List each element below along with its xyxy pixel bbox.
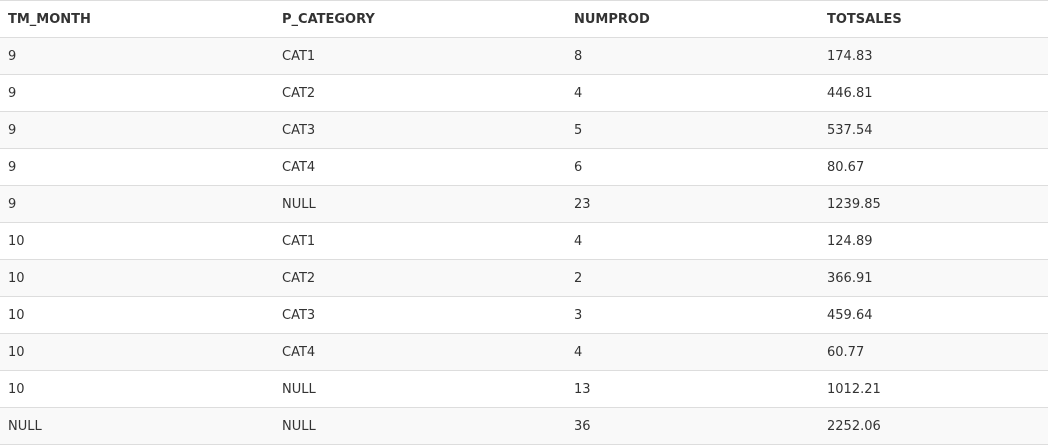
cell-tm-month: 9	[0, 74, 274, 112]
cell-totsales: 80.67	[819, 148, 1048, 186]
cell-totsales: 537.54	[819, 111, 1048, 149]
table-row: 10 CAT4 4 60.77	[0, 333, 1048, 371]
cell-numprod: 13	[566, 370, 819, 408]
cell-totsales: 459.64	[819, 296, 1048, 334]
cell-p-category: CAT4	[274, 333, 566, 371]
table-row: 9 NULL 23 1239.85	[0, 185, 1048, 223]
column-header-numprod: NUMPROD	[566, 0, 819, 38]
cell-numprod: 8	[566, 37, 819, 75]
cell-totsales: 1012.21	[819, 370, 1048, 408]
cell-numprod: 36	[566, 407, 819, 445]
cell-p-category: NULL	[274, 185, 566, 223]
column-header-tm-month: TM_MONTH	[0, 0, 274, 38]
cell-numprod: 5	[566, 111, 819, 149]
table-row: 10 NULL 13 1012.21	[0, 370, 1048, 408]
table-row: 9 CAT3 5 537.54	[0, 111, 1048, 149]
cell-totsales: 2252.06	[819, 407, 1048, 445]
cell-p-category: CAT1	[274, 37, 566, 75]
cell-totsales: 446.81	[819, 74, 1048, 112]
cell-p-category: CAT3	[274, 296, 566, 334]
cell-p-category: CAT3	[274, 111, 566, 149]
header-row: TM_MONTH P_CATEGORY NUMPROD TOTSALES	[0, 0, 1048, 38]
cell-numprod: 23	[566, 185, 819, 223]
column-header-totsales: TOTSALES	[819, 0, 1048, 38]
cell-numprod: 4	[566, 333, 819, 371]
cell-totsales: 60.77	[819, 333, 1048, 371]
cell-p-category: CAT4	[274, 148, 566, 186]
cell-totsales: 124.89	[819, 222, 1048, 260]
cell-tm-month: 9	[0, 148, 274, 186]
cell-totsales: 1239.85	[819, 185, 1048, 223]
cell-p-category: NULL	[274, 407, 566, 445]
cell-numprod: 4	[566, 222, 819, 260]
cell-numprod: 6	[566, 148, 819, 186]
table-row: 10 CAT2 2 366.91	[0, 259, 1048, 297]
cell-numprod: 4	[566, 74, 819, 112]
cell-tm-month: 10	[0, 370, 274, 408]
cell-tm-month: 9	[0, 37, 274, 75]
table-row: 10 CAT3 3 459.64	[0, 296, 1048, 334]
table-row: 9 CAT1 8 174.83	[0, 37, 1048, 75]
cell-p-category: CAT2	[274, 74, 566, 112]
cell-numprod: 2	[566, 259, 819, 297]
cell-totsales: 366.91	[819, 259, 1048, 297]
results-table: TM_MONTH P_CATEGORY NUMPROD TOTSALES 9 C…	[0, 0, 1048, 445]
cell-tm-month: 10	[0, 222, 274, 260]
table-row: 9 CAT4 6 80.67	[0, 148, 1048, 186]
cell-tm-month: 10	[0, 333, 274, 371]
cell-tm-month: NULL	[0, 407, 274, 445]
cell-tm-month: 9	[0, 185, 274, 223]
table-row: NULL NULL 36 2252.06	[0, 407, 1048, 445]
cell-tm-month: 10	[0, 259, 274, 297]
table-row: 10 CAT1 4 124.89	[0, 222, 1048, 260]
table-body: 9 CAT1 8 174.83 9 CAT2 4 446.81 9 CAT3 5…	[0, 37, 1048, 445]
column-header-p-category: P_CATEGORY	[274, 0, 566, 38]
cell-p-category: NULL	[274, 370, 566, 408]
table-header: TM_MONTH P_CATEGORY NUMPROD TOTSALES	[0, 0, 1048, 38]
cell-tm-month: 9	[0, 111, 274, 149]
cell-numprod: 3	[566, 296, 819, 334]
table-row: 9 CAT2 4 446.81	[0, 74, 1048, 112]
cell-totsales: 174.83	[819, 37, 1048, 75]
cell-p-category: CAT1	[274, 222, 566, 260]
cell-tm-month: 10	[0, 296, 274, 334]
cell-p-category: CAT2	[274, 259, 566, 297]
